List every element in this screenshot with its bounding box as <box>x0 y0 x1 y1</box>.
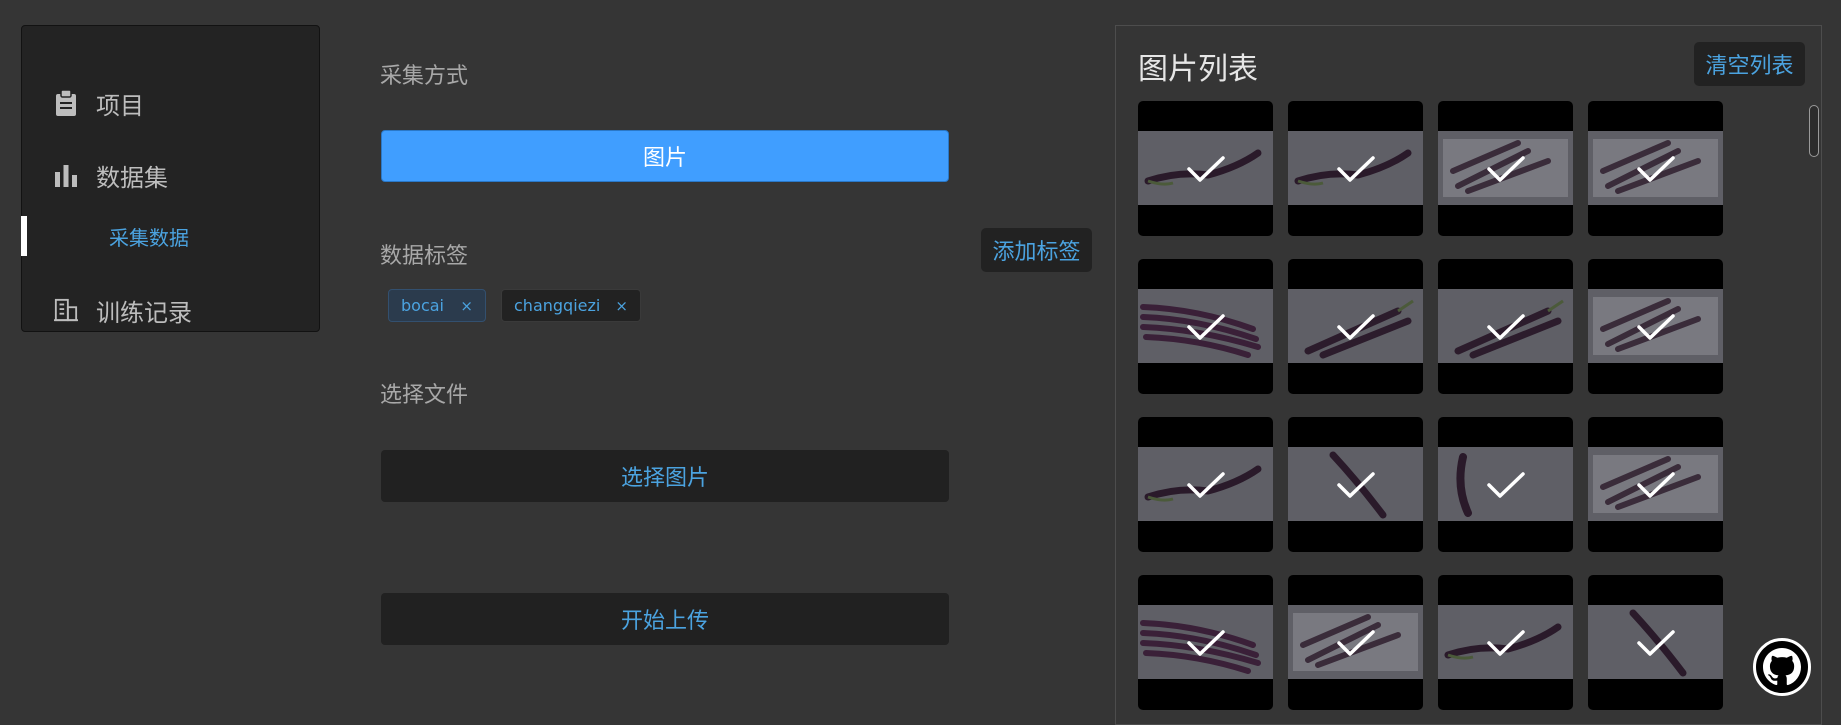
close-icon[interactable]: × <box>615 297 628 315</box>
scrollbar[interactable] <box>1809 105 1819 157</box>
sidebar-item-dataset[interactable]: 数据集 <box>22 148 319 202</box>
image-thumbnail[interactable] <box>1138 417 1273 552</box>
image-thumbnail[interactable] <box>1438 417 1573 552</box>
active-indicator <box>21 216 27 256</box>
close-icon[interactable]: × <box>460 297 473 315</box>
checkmark-icon <box>1486 155 1526 187</box>
image-list-panel: 图片列表 清空列表 <box>1115 25 1822 725</box>
image-thumbnail[interactable] <box>1588 259 1723 394</box>
image-thumbnail[interactable] <box>1138 575 1273 710</box>
checkmark-icon <box>1486 313 1526 345</box>
sidebar-item-label: 训练记录 <box>96 298 192 327</box>
sidebar-item-training-records[interactable]: 训练记录 <box>22 283 319 337</box>
clear-list-button[interactable]: 清空列表 <box>1694 42 1805 86</box>
image-thumbnail[interactable] <box>1588 101 1723 236</box>
image-method-button[interactable]: 图片 <box>381 130 949 182</box>
collect-method-label: 采集方式 <box>380 64 469 89</box>
checkmark-icon <box>1636 471 1676 503</box>
building-icon <box>54 295 78 325</box>
checkmark-icon <box>1636 629 1676 661</box>
clipboard-icon <box>54 88 78 118</box>
data-tags-label: 数据标签 <box>380 244 469 269</box>
select-file-label: 选择文件 <box>380 383 469 408</box>
checkmark-icon <box>1336 155 1376 187</box>
checkmark-icon <box>1186 313 1226 345</box>
bar-chart-icon <box>54 160 78 190</box>
checkmark-icon <box>1636 313 1676 345</box>
image-thumbnail[interactable] <box>1588 417 1723 552</box>
image-thumbnail[interactable] <box>1288 259 1423 394</box>
sidebar-item-label: 采集数据 <box>109 226 189 250</box>
sidebar-item-collect-data[interactable]: 采集数据 <box>21 212 319 256</box>
select-image-button[interactable]: 选择图片 <box>381 450 949 502</box>
image-thumbnail[interactable] <box>1438 259 1573 394</box>
add-tag-button[interactable]: 添加标签 <box>981 228 1092 272</box>
checkmark-icon <box>1336 629 1376 661</box>
image-thumbnail[interactable] <box>1438 575 1573 710</box>
image-thumbnail[interactable] <box>1438 101 1573 236</box>
tag-changqiezi: changqiezi × <box>501 289 641 322</box>
checkmark-icon <box>1636 155 1676 187</box>
github-icon[interactable] <box>1753 638 1811 696</box>
image-thumbnail[interactable] <box>1138 259 1273 394</box>
tag-label: bocai <box>401 296 444 315</box>
checkmark-icon <box>1486 629 1526 661</box>
sidebar-item-project[interactable]: 项目 <box>22 76 319 130</box>
image-list-title: 图片列表 <box>1138 52 1258 87</box>
checkmark-icon <box>1186 155 1226 187</box>
image-thumbnail[interactable] <box>1288 575 1423 710</box>
start-upload-button[interactable]: 开始上传 <box>381 593 949 645</box>
tag-bocai: bocai × <box>388 289 486 322</box>
image-thumbnail[interactable] <box>1588 575 1723 710</box>
checkmark-icon <box>1186 471 1226 503</box>
checkmark-icon <box>1336 471 1376 503</box>
checkmark-icon <box>1336 313 1376 345</box>
sidebar-item-label: 数据集 <box>96 163 168 192</box>
sidebar: 项目 数据集 采集数据 训练记录 <box>21 25 320 332</box>
checkmark-icon <box>1486 471 1526 503</box>
tag-label: changqiezi <box>514 296 601 315</box>
image-thumbnail[interactable] <box>1138 101 1273 236</box>
image-thumbnail[interactable] <box>1288 417 1423 552</box>
image-thumbnail[interactable] <box>1288 101 1423 236</box>
sidebar-item-label: 项目 <box>96 91 144 120</box>
checkmark-icon <box>1186 629 1226 661</box>
